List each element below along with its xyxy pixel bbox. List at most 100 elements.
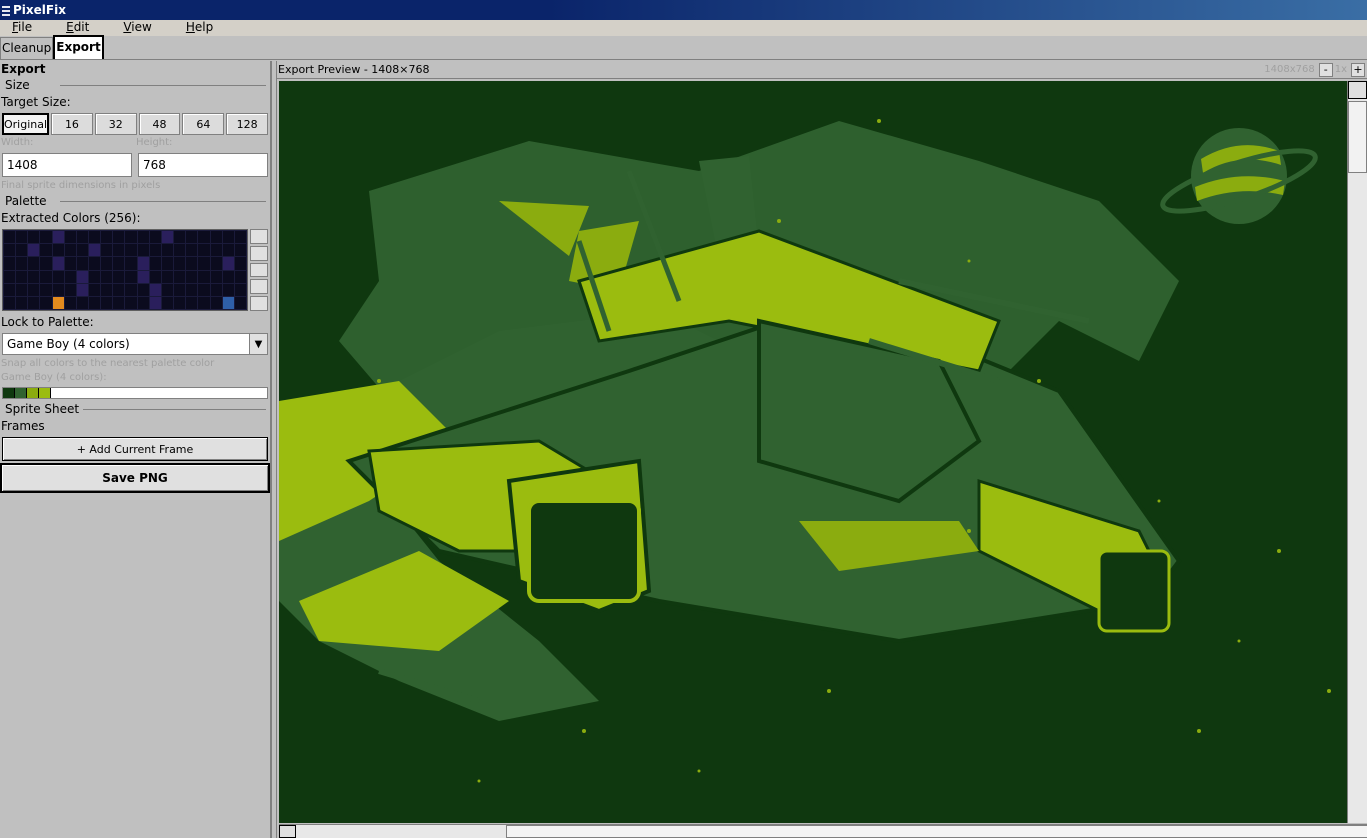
color-swatch[interactable]: [234, 244, 246, 257]
color-swatch[interactable]: [125, 296, 137, 309]
color-swatch[interactable]: [222, 257, 234, 270]
color-swatch[interactable]: [28, 257, 40, 270]
color-swatch[interactable]: [125, 244, 137, 257]
color-swatch[interactable]: [52, 257, 64, 270]
color-swatch[interactable]: [64, 231, 76, 244]
color-swatch[interactable]: [113, 296, 125, 309]
color-swatch[interactable]: [161, 257, 174, 270]
color-swatch[interactable]: [113, 283, 125, 296]
color-swatch[interactable]: [101, 296, 113, 309]
color-swatch[interactable]: [64, 283, 76, 296]
color-swatch[interactable]: [89, 270, 101, 283]
height-input[interactable]: [138, 153, 268, 177]
size-option-48[interactable]: 48: [138, 113, 181, 135]
color-swatch[interactable]: [76, 283, 89, 296]
extracted-color-grid[interactable]: [2, 229, 248, 311]
color-swatch[interactable]: [64, 244, 76, 257]
color-swatch[interactable]: [198, 283, 210, 296]
color-swatch[interactable]: [64, 270, 76, 283]
color-swatch[interactable]: [4, 257, 16, 270]
color-swatch[interactable]: [40, 244, 52, 257]
color-swatch[interactable]: [222, 270, 234, 283]
color-swatch[interactable]: [89, 283, 101, 296]
color-swatch[interactable]: [16, 296, 28, 309]
color-swatch[interactable]: [4, 244, 16, 257]
color-swatch[interactable]: [28, 270, 40, 283]
color-swatch[interactable]: [101, 270, 113, 283]
vertical-scroll-thumb[interactable]: [1348, 101, 1367, 173]
color-swatch[interactable]: [174, 283, 186, 296]
color-swatch[interactable]: [40, 296, 52, 309]
color-swatch[interactable]: [16, 231, 28, 244]
color-swatch[interactable]: [16, 270, 28, 283]
color-swatch[interactable]: [186, 270, 198, 283]
color-swatch[interactable]: [198, 257, 210, 270]
color-swatch[interactable]: [4, 231, 16, 244]
color-swatch[interactable]: [28, 244, 40, 257]
preview-canvas[interactable]: [279, 81, 1347, 823]
color-swatch[interactable]: [198, 231, 210, 244]
zoom-in-button[interactable]: +: [1351, 62, 1365, 77]
preview-horizontal-scrollbar[interactable]: [279, 824, 1367, 838]
swatch-scroll-up[interactable]: [250, 229, 268, 244]
color-swatch[interactable]: [137, 231, 149, 244]
color-swatch[interactable]: [161, 296, 174, 309]
color-swatch[interactable]: [52, 270, 64, 283]
color-swatch[interactable]: [76, 270, 89, 283]
color-swatch[interactable]: [149, 283, 161, 296]
color-swatch[interactable]: [113, 244, 125, 257]
menu-edit[interactable]: Edit: [44, 20, 101, 36]
color-swatch[interactable]: [234, 283, 246, 296]
size-option-128[interactable]: 128: [226, 113, 269, 135]
color-swatch[interactable]: [76, 231, 89, 244]
color-swatch[interactable]: [125, 283, 137, 296]
color-swatch[interactable]: [186, 296, 198, 309]
color-swatch[interactable]: [222, 283, 234, 296]
color-swatch[interactable]: [186, 244, 198, 257]
color-swatch[interactable]: [149, 257, 161, 270]
color-swatch[interactable]: [4, 296, 16, 309]
color-swatch[interactable]: [16, 283, 28, 296]
color-swatch[interactable]: [210, 296, 222, 309]
color-swatch[interactable]: [198, 270, 210, 283]
menu-file[interactable]: File: [0, 20, 44, 36]
color-swatch[interactable]: [28, 231, 40, 244]
color-swatch[interactable]: [4, 283, 16, 296]
color-swatch[interactable]: [186, 231, 198, 244]
zoom-out-button[interactable]: -: [1318, 62, 1333, 77]
color-swatch[interactable]: [76, 296, 89, 309]
color-swatch[interactable]: [210, 231, 222, 244]
menu-help[interactable]: Help: [164, 20, 225, 36]
color-swatch[interactable]: [174, 244, 186, 257]
color-swatch[interactable]: [186, 257, 198, 270]
color-swatch[interactable]: [234, 296, 246, 309]
color-swatch[interactable]: [113, 270, 125, 283]
color-swatch[interactable]: [210, 283, 222, 296]
color-swatch[interactable]: [137, 296, 149, 309]
swatch-scrollbar[interactable]: [250, 229, 268, 311]
color-swatch[interactable]: [89, 244, 101, 257]
color-swatch[interactable]: [113, 231, 125, 244]
color-swatch[interactable]: [161, 231, 174, 244]
save-png-button[interactable]: Save PNG: [0, 463, 270, 493]
color-swatch[interactable]: [125, 257, 137, 270]
color-swatch[interactable]: [113, 257, 125, 270]
color-swatch[interactable]: [174, 257, 186, 270]
size-option-16[interactable]: 16: [51, 113, 93, 135]
color-swatch[interactable]: [101, 257, 113, 270]
color-swatch[interactable]: [161, 270, 174, 283]
color-swatch[interactable]: [4, 270, 16, 283]
color-swatch[interactable]: [52, 244, 64, 257]
horizontal-scroll-thumb[interactable]: [506, 825, 1367, 838]
color-swatch[interactable]: [174, 270, 186, 283]
color-swatch[interactable]: [101, 283, 113, 296]
color-swatch[interactable]: [149, 244, 161, 257]
color-swatch[interactable]: [52, 283, 64, 296]
color-swatch[interactable]: [89, 296, 101, 309]
swatch-scroll-track[interactable]: [250, 245, 268, 261]
color-swatch[interactable]: [64, 296, 76, 309]
color-swatch[interactable]: [76, 244, 89, 257]
color-swatch[interactable]: [161, 244, 174, 257]
color-swatch[interactable]: [137, 283, 149, 296]
color-swatch[interactable]: [198, 296, 210, 309]
